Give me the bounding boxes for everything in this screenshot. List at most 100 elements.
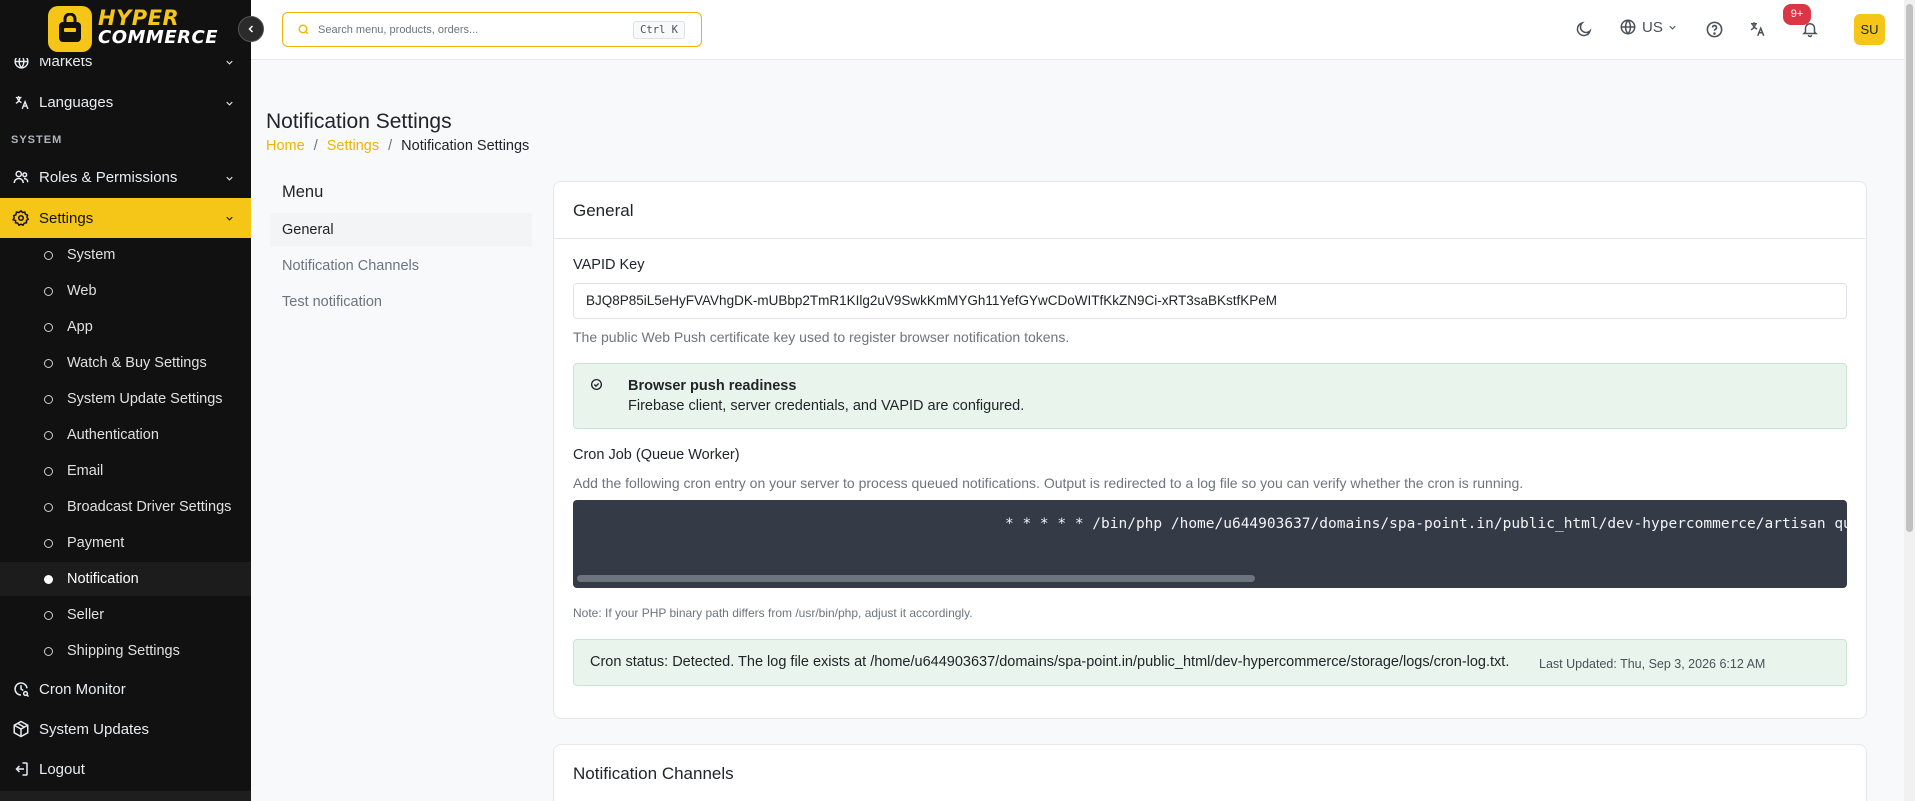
search-icon xyxy=(298,24,309,35)
bullet-icon xyxy=(44,395,53,404)
top-header: Ctrl K US 9+ SU xyxy=(251,0,1915,60)
sidebar-subitem-seller[interactable]: Seller xyxy=(0,598,251,632)
bullet-icon xyxy=(44,287,53,296)
sidebar-subitem-app[interactable]: App xyxy=(0,310,251,344)
sidebar-item-label: Settings xyxy=(39,209,94,227)
brand-logo[interactable]: HYPER COMMERCE xyxy=(0,0,251,58)
sidebar-item-settings[interactable]: Settings xyxy=(0,198,251,238)
sidebar-item-logout[interactable]: Logout xyxy=(0,750,251,788)
help-button[interactable] xyxy=(1703,18,1725,40)
sidebar-subitem-notification[interactable]: Notification xyxy=(0,562,251,596)
sidebar-footer xyxy=(0,791,251,801)
bullet-icon xyxy=(44,467,53,476)
cron-job-label: Cron Job (Queue Worker) xyxy=(573,447,740,463)
bullet-icon xyxy=(44,611,53,620)
chevron-down-icon xyxy=(224,211,235,228)
php-path-note: Note: If your PHP binary path differs fr… xyxy=(573,606,973,620)
breadcrumb-separator: / xyxy=(313,138,318,154)
breadcrumb-settings[interactable]: Settings xyxy=(327,138,379,154)
search-input[interactable] xyxy=(318,23,618,36)
sidebar-item-label: Cron Monitor xyxy=(39,680,126,698)
breadcrumb-current: Notification Settings xyxy=(401,138,530,154)
bullet-icon xyxy=(44,431,53,440)
chevron-left-icon xyxy=(248,25,254,33)
sidebar-subitem-email[interactable]: Email xyxy=(0,454,251,488)
sidebar-item-label: Languages xyxy=(39,93,114,111)
global-search[interactable]: Ctrl K xyxy=(282,12,702,47)
brand-name: HYPER COMMERCE xyxy=(98,6,218,48)
notification-channels-card: Notification Channels xyxy=(553,744,1867,801)
menu-item-general[interactable]: General xyxy=(270,213,532,247)
push-readiness-alert: Browser push readiness Firebase client, … xyxy=(573,363,1847,429)
sidebar-item-label: Logout xyxy=(39,760,85,778)
translate-icon xyxy=(1750,22,1765,37)
card-title: Notification Channels xyxy=(573,764,734,783)
bullet-icon xyxy=(44,539,53,548)
card-title: General xyxy=(554,182,1866,239)
cron-command: * * * * * /bin/php /home/u644903637/doma… xyxy=(1005,516,1847,532)
cron-command-block[interactable]: * * * * * /bin/php /home/u644903637/doma… xyxy=(573,500,1847,588)
cron-status-alert: Cron status: Detected. The log file exis… xyxy=(573,639,1847,686)
sidebar-subitem-web[interactable]: Web xyxy=(0,274,251,308)
menu-item-notification-channels[interactable]: Notification Channels xyxy=(270,249,532,283)
alert-body: Firebase client, server credentials, and… xyxy=(628,398,1025,414)
vapid-key-help: The public Web Push certificate key used… xyxy=(573,329,1070,345)
page-title: Notification Settings xyxy=(266,110,452,133)
help-circle-icon xyxy=(1706,21,1722,37)
sidebar-item-system-updates[interactable]: System Updates xyxy=(0,710,251,748)
globe-icon xyxy=(1620,19,1636,35)
sidebar-subitem-payment[interactable]: Payment xyxy=(0,526,251,560)
page-scrollbar-thumb[interactable] xyxy=(1906,4,1913,532)
chevron-down-icon xyxy=(224,96,235,113)
sidebar-subitem-broadcast-driver[interactable]: Broadcast Driver Settings xyxy=(0,490,251,524)
page-scrollbar[interactable] xyxy=(1904,0,1915,801)
bullet-icon xyxy=(44,503,53,512)
cron-status-text: Cron status: Detected. The log file exis… xyxy=(590,654,1510,670)
sidebar-subitem-authentication[interactable]: Authentication xyxy=(0,418,251,452)
logout-icon xyxy=(12,760,30,778)
translate-button[interactable] xyxy=(1746,18,1768,40)
clock-search-icon xyxy=(12,680,30,698)
sidebar-item-roles-permissions[interactable]: Roles & Permissions xyxy=(0,158,251,196)
breadcrumb-separator: / xyxy=(388,138,393,154)
vapid-key-label: VAPID Key xyxy=(573,257,645,273)
settings-menu-title: Menu xyxy=(282,183,324,201)
search-shortcut-hint: Ctrl K xyxy=(633,21,685,39)
users-icon xyxy=(12,168,30,186)
vapid-key-field[interactable]: BJQ8P85iL5eHyFVAVhgDK-mUBbp2TmR1KIlg2uV9… xyxy=(573,283,1847,319)
sidebar: Markets HYPER COMMERCE Languages SYSTEM … xyxy=(0,0,251,801)
last-updated-text: Last Updated: Thu, Sep 3, 2026 6:12 AM xyxy=(1539,657,1766,671)
translate-icon xyxy=(12,93,30,111)
sidebar-item-cron-monitor[interactable]: Cron Monitor xyxy=(0,670,251,708)
language-code: US xyxy=(1642,18,1663,36)
breadcrumb-home[interactable]: Home xyxy=(266,138,305,154)
cron-job-help: Add the following cron entry on your ser… xyxy=(573,475,1524,491)
breadcrumb: Home / Settings / Notification Settings xyxy=(266,138,529,154)
check-circle-icon xyxy=(590,378,603,396)
bullet-icon xyxy=(44,647,53,656)
bullet-icon xyxy=(44,359,53,368)
sidebar-item-languages[interactable]: Languages xyxy=(0,83,251,121)
shopping-bag-logo-icon xyxy=(48,6,92,52)
sidebar-subitem-shipping[interactable]: Shipping Settings xyxy=(0,634,251,668)
general-settings-card: General VAPID Key BJQ8P85iL5eHyFVAVhgDK-… xyxy=(553,181,1867,719)
sidebar-item-label: System Updates xyxy=(39,720,150,738)
notification-count-badge: 9+ xyxy=(1783,4,1811,25)
chevron-down-icon xyxy=(1669,25,1676,30)
language-selector[interactable]: US xyxy=(1619,18,1678,36)
theme-toggle-button[interactable] xyxy=(1573,18,1595,40)
menu-item-test-notification[interactable]: Test notification xyxy=(270,285,532,319)
code-horizontal-scrollbar[interactable] xyxy=(577,575,1255,582)
sidebar-subitem-system[interactable]: System xyxy=(0,238,251,272)
sidebar-section-label: SYSTEM xyxy=(11,134,63,146)
user-avatar[interactable]: SU xyxy=(1854,14,1885,45)
alert-title: Browser push readiness xyxy=(628,378,797,394)
bullet-icon xyxy=(44,323,53,332)
sidebar-item-label: Roles & Permissions xyxy=(39,168,178,186)
gear-icon xyxy=(12,209,30,227)
chevron-down-icon xyxy=(224,171,235,188)
package-icon xyxy=(12,720,30,738)
sidebar-collapse-button[interactable] xyxy=(238,16,264,42)
sidebar-subitem-system-update[interactable]: System Update Settings xyxy=(0,382,251,416)
sidebar-subitem-watch-buy[interactable]: Watch & Buy Settings xyxy=(0,346,251,380)
